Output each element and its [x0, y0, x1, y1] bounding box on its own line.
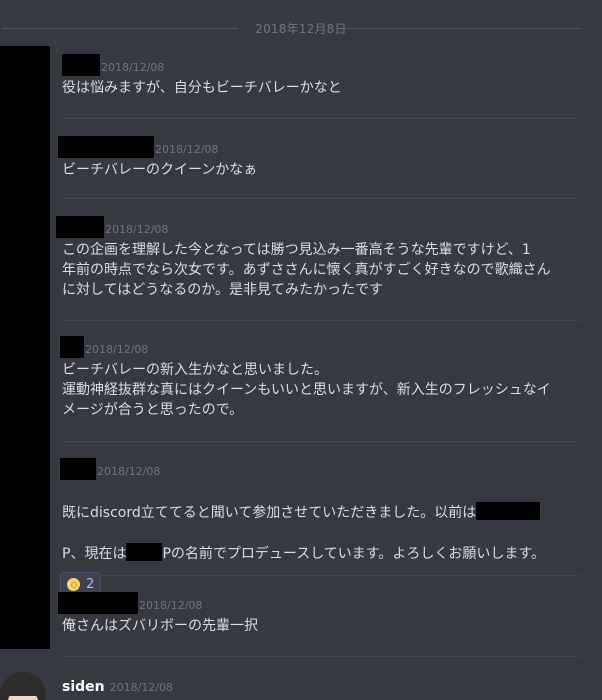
message-text-part-1: 既にdiscord立ててると聞いて参加させていただきました。以前は [62, 505, 477, 521]
username-redaction [56, 216, 104, 238]
message-timestamp: 2018/12/08 [97, 465, 161, 478]
author-name[interactable]: siden [62, 678, 105, 696]
message-7-meta: siden 2018/12/08 [62, 676, 586, 696]
message-2: 2018/12/08 ビーチバレーのクイーンかなぁ [58, 134, 586, 180]
discord-chat-page: 2018年12月8日 2018/12/08 役は悩みますが、自分もビーチバレーか… [0, 0, 602, 700]
message-timestamp: 2018/12/08 [109, 681, 174, 694]
message-text: 俺さんはズバリボーの先輩一択 [62, 618, 258, 634]
message-2-meta: 2018/12/08 [58, 134, 586, 158]
message-text-part-3: Pの名前でプロデュースしています。よろしくお願いします。 [162, 546, 545, 562]
username-redaction [60, 336, 84, 358]
message-6: 2018/12/08 俺さんはズバリボーの先輩一択 [58, 590, 586, 636]
message-separator [62, 198, 580, 199]
username-redaction [60, 458, 96, 480]
ok-hand-icon [67, 577, 80, 591]
inline-redaction [126, 543, 163, 561]
message-7: siden 2018/12/08 [62, 676, 586, 696]
message-text: ビーチバレーの新入生かなと思いました。 運動神経抜群な真にはクイーンもいいと思い… [62, 362, 551, 418]
message-timestamp: 2018/12/08 [139, 599, 203, 612]
message-timestamp: 2018/12/08 [155, 143, 219, 156]
message-separator [62, 118, 580, 119]
date-divider: 2018年12月8日 [0, 18, 602, 38]
message-timestamp: 2018/12/08 [101, 61, 165, 74]
message-separator [62, 575, 580, 576]
username-redaction [58, 592, 138, 614]
left-redaction-bar [0, 46, 50, 649]
message-3: 2018/12/08 この企画を理解した今となっては勝つ見込み一番高そうな先輩で… [56, 214, 586, 300]
message-text-part-2: P、現在は [62, 546, 127, 562]
message-1-meta: 2018/12/08 [62, 52, 586, 76]
message-1: 2018/12/08 役は悩みますが、自分もビーチバレーかなと [62, 52, 586, 98]
message-separator [62, 656, 580, 657]
message-3-meta: 2018/12/08 [56, 214, 586, 238]
message-text: ビーチバレーのクイーンかなぁ [62, 162, 258, 178]
message-text: 役は悩みますが、自分もビーチバレーかなと [62, 80, 342, 96]
message-4: 2018/12/08 ビーチバレーの新入生かなと思いました。 運動神経抜群な真に… [60, 334, 586, 420]
message-timestamp: 2018/12/08 [105, 223, 169, 236]
message-timestamp: 2018/12/08 [85, 343, 149, 356]
siden-avatar[interactable] [0, 672, 46, 700]
username-redaction [58, 136, 154, 158]
message-5-meta: 2018/12/08 [60, 456, 586, 480]
message-text: 既にdiscord立ててると聞いて参加させていただきました。以前は P、現在は P… [62, 482, 586, 564]
inline-redaction [476, 502, 541, 520]
date-divider-label: 2018年12月8日 [255, 21, 347, 36]
message-6-meta: 2018/12/08 [58, 590, 586, 614]
username-redaction [62, 54, 100, 76]
message-separator [62, 441, 580, 442]
message-4-meta: 2018/12/08 [60, 334, 586, 358]
message-text: この企画を理解した今となっては勝つ見込み一番高そうな先輩ですけど、1 年前の時点… [62, 242, 551, 298]
message-separator [62, 320, 580, 321]
